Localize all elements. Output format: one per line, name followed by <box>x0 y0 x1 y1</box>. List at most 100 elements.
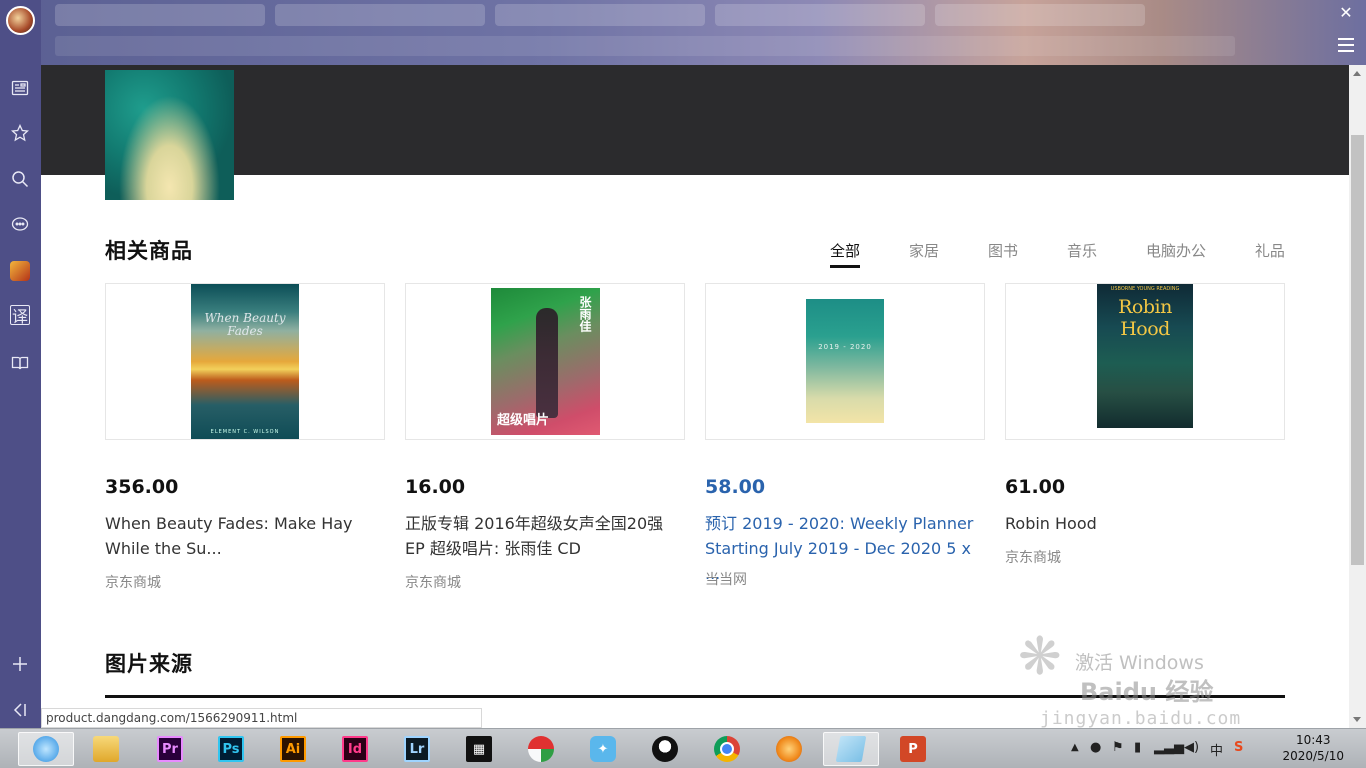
chrome-icon <box>714 736 740 762</box>
star-icon[interactable] <box>8 121 32 145</box>
book-icon[interactable] <box>8 351 32 375</box>
cover-mark: 超级唱片 <box>497 413 550 428</box>
browser-tab[interactable] <box>935 4 1145 26</box>
filter-all[interactable]: 全部 <box>830 240 861 268</box>
collapse-icon[interactable] <box>8 698 32 722</box>
game-icon[interactable] <box>10 261 30 281</box>
product-store: 当当网 <box>705 572 747 588</box>
clock-time: 10:43 <box>1295 733 1331 747</box>
clock-date: 2020/5/10 <box>1282 749 1344 763</box>
filter-computers[interactable]: 电脑办公 <box>1146 240 1206 267</box>
taskbar-bird[interactable]: ✦ <box>575 732 631 766</box>
taskbar-notepad[interactable] <box>823 732 879 766</box>
battery-icon[interactable]: ▮ <box>1134 740 1141 755</box>
product-image[interactable]: 2019 - 2020 <box>806 299 884 423</box>
product-price: 16.00 <box>405 476 466 498</box>
product-name[interactable]: Robin Hood <box>1005 511 1285 536</box>
taskbar-photoshop[interactable]: Ps <box>203 732 259 766</box>
taskbar-premiere[interactable]: Pr <box>142 732 198 766</box>
image-header-band <box>41 65 1349 175</box>
product-store: 京东商城 <box>405 575 461 591</box>
chat-icon[interactable] <box>8 213 32 237</box>
baidu-logo-watermark: Baidu 经验 <box>1080 678 1214 706</box>
umbrella-icon <box>528 736 554 762</box>
page-scrollbar[interactable] <box>1349 65 1366 728</box>
cover-series: USBORNE YOUNG READING <box>1110 286 1180 292</box>
signal-icon[interactable]: ▂▃▅ <box>1154 740 1184 755</box>
search-icon[interactable] <box>8 167 32 191</box>
browser-sidebar: 译 <box>0 0 41 728</box>
cover-title: Robin Hood <box>1118 296 1172 340</box>
cover-name: 张雨佳 <box>578 296 592 332</box>
taskbar-lightroom[interactable]: Lr <box>389 732 445 766</box>
ie-icon <box>33 736 59 762</box>
taskbar-video[interactable]: ▦ <box>451 732 507 766</box>
translate-icon[interactable]: 译 <box>10 305 30 326</box>
status-url: product.dangdang.com/1566290911.html <box>41 708 482 728</box>
product-name-line[interactable]: 预订 2019 - 2020: Weekly Planner <box>705 511 985 536</box>
plus-icon[interactable] <box>8 652 32 676</box>
taskbar-indesign[interactable]: Id <box>327 732 383 766</box>
product-card[interactable]: When Beauty Fades ELEMENT C. WILSON <box>105 283 385 440</box>
taskbar-fire[interactable] <box>761 732 817 766</box>
product-name[interactable]: 正版专辑 2016年超级女声全国20强 EP 超级唱片: 张雨佳 CD <box>405 511 685 561</box>
ime-indicator[interactable]: 中 <box>1210 740 1223 759</box>
filter-home[interactable]: 家居 <box>909 240 939 267</box>
taskbar-powerpoint[interactable]: P <box>885 732 941 766</box>
volume-icon[interactable]: ◀) <box>1184 740 1199 755</box>
product-name-line[interactable]: 正版专辑 2016年超级女声全国20强 <box>405 511 685 536</box>
taskbar-illustrator[interactable]: Ai <box>265 732 321 766</box>
product-image[interactable]: USBORNE YOUNG READING Robin Hood <box>1097 284 1193 428</box>
cover-figure <box>536 308 558 418</box>
product-name-line[interactable]: When Beauty Fades: Make Hay <box>105 511 385 536</box>
browser-tab[interactable] <box>495 4 705 26</box>
taskbar-qq[interactable] <box>637 732 693 766</box>
product-price: 58.00 <box>705 476 766 498</box>
product-name-line[interactable]: While the Su... <box>105 536 385 561</box>
product-price: 356.00 <box>105 476 179 498</box>
product-name-line[interactable]: Robin Hood <box>1005 511 1285 536</box>
browser-tab[interactable] <box>55 4 265 26</box>
news-icon[interactable] <box>8 76 32 100</box>
activate-windows-watermark: 激活 Windows <box>1075 652 1204 674</box>
product-price: 61.00 <box>1005 476 1066 498</box>
product-name[interactable]: 预订 2019 - 2020: Weekly Planner Starting … <box>705 511 985 586</box>
filter-gifts[interactable]: 礼品 <box>1255 240 1285 267</box>
filter-books[interactable]: 图书 <box>988 240 1018 267</box>
product-store: 京东商城 <box>1005 550 1061 566</box>
product-image[interactable]: When Beauty Fades ELEMENT C. WILSON <box>191 284 299 439</box>
address-bar[interactable] <box>55 36 1235 56</box>
scroll-down-icon[interactable] <box>1353 717 1361 722</box>
scrollbar-thumb[interactable] <box>1351 135 1364 565</box>
qq-icon <box>652 736 678 762</box>
tab-strip <box>55 4 1235 26</box>
flag-icon[interactable]: ⚑ <box>1112 740 1124 755</box>
taskbar-umbrella[interactable] <box>513 732 569 766</box>
sogou-icon[interactable]: S <box>1234 740 1243 755</box>
browser-tab[interactable] <box>715 4 925 26</box>
product-name-line[interactable]: EP 超级唱片: 张雨佳 CD <box>405 536 685 561</box>
taskbar-clock[interactable]: 10:43 2020/5/10 <box>1282 732 1344 764</box>
product-card[interactable]: 张雨佳 超级唱片 <box>405 283 685 440</box>
taskbar-chrome[interactable] <box>699 732 755 766</box>
notepad-icon <box>835 736 867 762</box>
browser-tab[interactable] <box>275 4 485 26</box>
product-card[interactable]: 2019 - 2020 <box>705 283 985 440</box>
product-name[interactable]: When Beauty Fades: Make Hay While the Su… <box>105 511 385 561</box>
taskbar-explorer[interactable] <box>78 732 134 766</box>
powerpoint-icon: P <box>900 736 926 762</box>
product-image[interactable]: 张雨佳 超级唱片 <box>491 288 600 435</box>
taskbar-ie[interactable] <box>18 732 74 766</box>
fire-icon <box>776 736 802 762</box>
close-window-button[interactable]: ✕ <box>1338 5 1354 21</box>
scroll-up-icon[interactable] <box>1353 71 1361 76</box>
tray-expand-icon[interactable]: ▲ <box>1071 742 1079 753</box>
filter-music[interactable]: 音乐 <box>1067 240 1097 267</box>
menu-icon[interactable] <box>1338 38 1354 52</box>
avatar[interactable] <box>6 6 35 35</box>
product-card[interactable]: USBORNE YOUNG READING Robin Hood <box>1005 283 1285 440</box>
source-image-thumbnail[interactable] <box>105 70 234 200</box>
qq-tray-icon[interactable]: ● <box>1090 740 1101 755</box>
bird-icon: ✦ <box>590 736 616 762</box>
product-name-line[interactable]: Starting July 2019 - Dec 2020 5 x ... <box>705 536 985 586</box>
